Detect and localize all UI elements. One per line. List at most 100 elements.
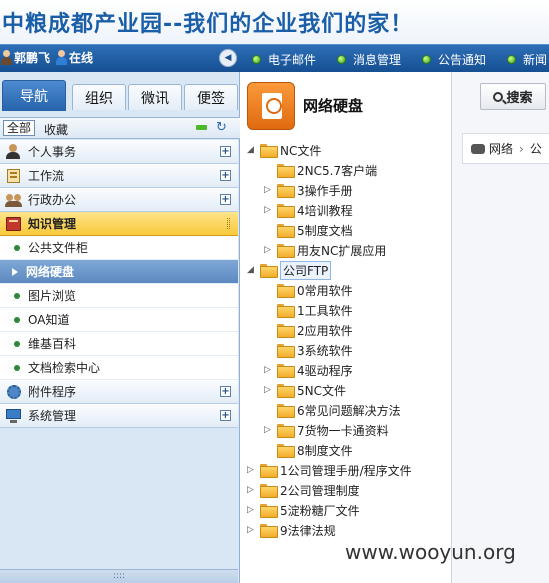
collapsed-triangle-icon[interactable]: ▷ [264,385,274,395]
folder-icon [260,264,278,278]
tree-node-label: 3操作手册 [297,183,353,198]
tree-node[interactable]: ▷ 4驱动程序 [243,360,451,380]
tree-node-label: 2公司管理制度 [280,483,360,498]
book-icon [5,216,23,232]
tab-organization[interactable]: 组织 [72,84,126,110]
collapsed-triangle-icon[interactable]: ▷ [264,365,274,375]
tree-node[interactable]: ▷ 3操作手册 [243,180,451,200]
submenu-item-label: 文档检索中心 [28,361,101,375]
refresh-icon[interactable]: ↻ [216,120,227,135]
tree-node[interactable]: 3系统软件 [243,340,451,360]
content-panel: 搜索 网络 › 公 [451,72,549,583]
tree-node[interactable]: ◢ NC文件 [243,140,451,160]
collapsed-triangle-icon[interactable]: ▷ [247,485,257,495]
tree-node[interactable]: ◢ 公司FTP [243,260,451,280]
tree-node-label: 1公司管理手册/程序文件 [280,463,412,478]
menu-item-admin-office[interactable]: 行政办公 + [0,188,238,212]
expand-plus-icon[interactable]: + [220,386,231,397]
menu-item-label: 系统管理 [28,409,77,423]
submenu-item-picture-browse[interactable]: 图片浏览 [0,284,238,308]
collapsed-triangle-icon[interactable]: ▷ [264,425,274,435]
tree-node[interactable]: ▷ 4培训教程 [243,200,451,220]
chevron-left-icon[interactable]: ◀ [219,49,237,67]
submenu-item-network-disk[interactable]: 网络硬盘 [0,260,238,284]
nav-link-messages[interactable]: 消息管理 [337,51,401,68]
minus-icon[interactable] [196,125,207,130]
tab-microchat[interactable]: 微讯 [128,84,182,110]
tree-header: 网络硬盘 [243,80,451,130]
online-status-icon [55,49,68,66]
tree-node[interactable]: 5制度文档 [243,220,451,240]
nav-link-notices[interactable]: 公告通知 [422,51,486,68]
submenu-item-label: 公共文件柜 [28,241,89,255]
menu-item-workflow[interactable]: 工作流 + [0,164,238,188]
breadcrumb: 网络 › 公 [462,133,549,164]
tree-node[interactable]: ▷ 1公司管理手册/程序文件 [243,460,451,480]
user-name[interactable]: 郭鹏飞 [14,49,50,66]
submenu-item-public-file-cabinet[interactable]: 公共文件柜 [0,236,238,260]
nav-link-label: 电子邮件 [268,53,317,67]
collapsed-triangle-icon[interactable]: ▷ [247,465,257,475]
expand-plus-icon[interactable]: + [220,170,231,181]
tree-node[interactable]: ▷ 9法律法规 [243,520,451,540]
nav-link-email[interactable]: 电子邮件 [252,51,316,68]
tree-node[interactable]: 2应用软件 [243,320,451,340]
expand-plus-icon[interactable]: + [220,410,231,421]
tree-node[interactable]: 1工具软件 [243,300,451,320]
tree-node[interactable]: ▷ 5NC文件 [243,380,451,400]
knowledge-submenu: 公共文件柜 网络硬盘 图片浏览 OA知道 维基百科 文档检索中心 [0,236,238,380]
tree-node-label: NC文件 [280,143,322,158]
nav-link-label: 公告通知 [438,53,487,67]
search-button-label: 搜索 [506,91,533,106]
breadcrumb-root[interactable]: 网络 [489,140,513,157]
folder-icon [277,444,295,458]
tree-node[interactable]: ▷ 用友NC扩展应用 [243,240,451,260]
tree-node[interactable]: ▷ 2公司管理制度 [243,480,451,500]
expand-plus-icon[interactable]: + [220,146,231,157]
folder-icon [277,404,295,418]
expanded-triangle-icon[interactable]: ◢ [247,145,257,155]
collapsed-triangle-icon[interactable]: ▷ [264,245,274,255]
menu-item-personal-affairs[interactable]: 个人事务 + [0,140,238,164]
search-button[interactable]: 搜索 [480,83,546,110]
tab-notes[interactable]: 便签 [184,84,238,110]
submenu-item-doc-search-center[interactable]: 文档检索中心 [0,356,238,380]
expanded-triangle-icon[interactable]: ◢ [247,265,257,275]
menu-item-system-management[interactable]: 系统管理 + [0,404,238,428]
collapsed-triangle-icon[interactable]: ▷ [247,505,257,515]
expand-plus-icon[interactable]: + [220,194,231,205]
collapsed-triangle-icon[interactable]: ▷ [264,185,274,195]
main-menu: 个人事务 + 工作流 + 行政办公 + 知识管理 公共文件柜 网络硬盘 图片浏览… [0,140,238,428]
tree-node-label: 1工具软件 [297,303,353,318]
gear-icon [5,384,23,400]
tree-node[interactable]: 0常用软件 [243,280,451,300]
tree-node-label: 7货物一卡通资料 [297,423,389,438]
breadcrumb-next[interactable]: 公 [530,140,542,157]
submenu-item-oa-knowledge[interactable]: OA知道 [0,308,238,332]
collapsed-triangle-icon[interactable]: ▷ [264,205,274,215]
submenu-item-wikipedia[interactable]: 维基百科 [0,332,238,356]
collapsed-triangle-icon[interactable]: ▷ [247,525,257,535]
left-panel-resize-grip[interactable]: :::: [0,569,238,583]
nav-link-news[interactable]: 新闻 [507,51,547,68]
tab-navigation[interactable]: 导航 [2,80,66,111]
tree-node[interactable]: ▷ 5淀粉糖厂文件 [243,500,451,520]
tree-node[interactable]: 6常见问题解决方法 [243,400,451,420]
tree-node-label: 5NC文件 [297,383,346,398]
tree-node[interactable]: 8制度文件 [243,440,451,460]
tree-node[interactable]: ▷ 7货物一卡通资料 [243,420,451,440]
quick-all-button[interactable]: 全部 [3,120,36,136]
menu-item-knowledge-management[interactable]: 知识管理 [0,212,238,236]
online-status[interactable]: 在线 [69,49,93,66]
menu-item-attachment-programs[interactable]: 附件程序 + [0,380,238,404]
tree-node[interactable]: 2NC5.7客户端 [243,160,451,180]
folder-icon [277,304,295,318]
folder-icon [277,204,295,218]
quick-favorites-button[interactable]: 收藏 [44,121,68,138]
folder-icon [277,244,295,258]
folder-tree: ◢ NC文件 2NC5.7客户端 ▷ 3操作手册 ▷ 4培训教程 5制度文档 ▷ 用友N… [243,140,451,540]
network-disk-tree-panel: 网络硬盘 ◢ NC文件 2NC5.7客户端 ▷ 3操作手册 ▷ 4培训教程 5制度文档… [243,72,451,583]
